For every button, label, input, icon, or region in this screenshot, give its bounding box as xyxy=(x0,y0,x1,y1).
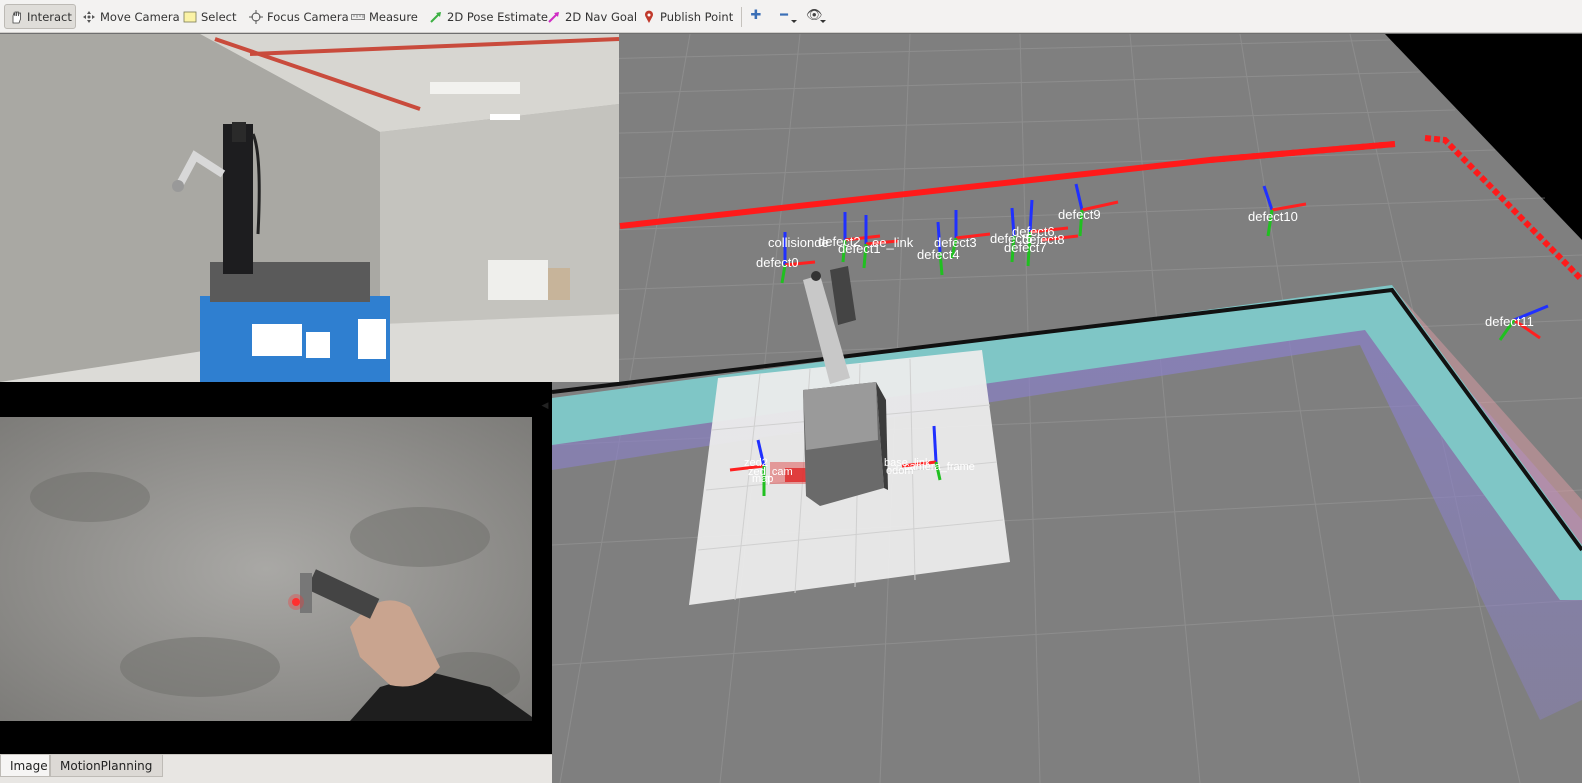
tool-label: 2D Pose Estimate xyxy=(447,9,548,24)
tool-focus-camera[interactable]: Focus Camera xyxy=(249,4,349,29)
tool-label: 2D Nav Goal xyxy=(565,9,638,24)
frame-label: defect11 xyxy=(1485,314,1534,329)
tool-label: Publish Point xyxy=(660,9,734,24)
scene-svg: collisionde defect2 ee_link defect1 defe… xyxy=(552,34,1582,783)
tool-publish-point[interactable]: Publish Point xyxy=(642,4,733,29)
tab-motion-planning[interactable]: MotionPlanning xyxy=(50,755,163,777)
map-pin-icon xyxy=(642,10,656,24)
wall-image xyxy=(0,417,532,721)
frame-label: defect9 xyxy=(1058,207,1101,222)
tool-2d-nav-goal[interactable]: 2D Nav Goal xyxy=(547,4,637,29)
tool-move-camera[interactable]: Move Camera xyxy=(82,4,180,29)
move-camera-icon xyxy=(82,10,96,24)
tool-label: Move Camera xyxy=(100,9,180,24)
toolbar-separator xyxy=(741,7,742,27)
minus-icon[interactable]: ━ xyxy=(777,9,791,23)
chevron-down-icon[interactable] xyxy=(820,20,826,23)
focus-camera-icon xyxy=(249,9,263,24)
tool-2d-pose-estimate[interactable]: 2D Pose Estimate xyxy=(429,4,548,29)
rviz-toolbar: Interact Move Camera Select Focus Camera… xyxy=(0,0,1582,33)
robot-mast xyxy=(223,124,253,274)
frame-label: map xyxy=(752,473,773,485)
room-image xyxy=(0,34,619,382)
frame-label: defect0 xyxy=(756,255,799,270)
tool-label: Select xyxy=(201,9,237,24)
frame-label: defect7 xyxy=(1004,240,1047,255)
tool-select[interactable]: Select xyxy=(183,4,236,29)
select-icon xyxy=(183,10,197,24)
magenta-arrow-icon xyxy=(547,10,561,24)
chevron-down-icon[interactable] xyxy=(791,20,797,23)
tool-label: Focus Camera xyxy=(267,9,349,24)
eye-icon[interactable]: 👁 xyxy=(806,9,823,23)
panel-tab-bar: Image MotionPlanning xyxy=(0,754,552,783)
collapse-panel-arrow[interactable]: ◀ xyxy=(540,400,550,412)
tool-label: Interact xyxy=(27,9,72,24)
camera-panel-wall: ◀ xyxy=(0,382,552,754)
tool-interact[interactable]: Interact xyxy=(4,4,76,29)
camera-feed-room xyxy=(0,34,619,382)
tool-label: Measure xyxy=(369,9,418,24)
tool-measure[interactable]: Measure xyxy=(351,4,418,29)
frame-label: camera_frame xyxy=(904,461,975,473)
frame-label: defect4 xyxy=(917,247,960,262)
rviz-3d-view[interactable]: collisionde defect2 ee_link defect1 defe… xyxy=(552,34,1582,783)
tab-image[interactable]: Image xyxy=(0,755,50,777)
green-arrow-icon xyxy=(429,10,443,24)
frame-label: defect1 xyxy=(838,241,881,256)
frame-label: defect10 xyxy=(1248,209,1298,224)
hand-icon xyxy=(9,10,23,24)
plus-icon[interactable]: ✚ xyxy=(749,9,763,23)
ruler-icon xyxy=(351,10,365,24)
camera-feed-wall xyxy=(0,417,532,721)
